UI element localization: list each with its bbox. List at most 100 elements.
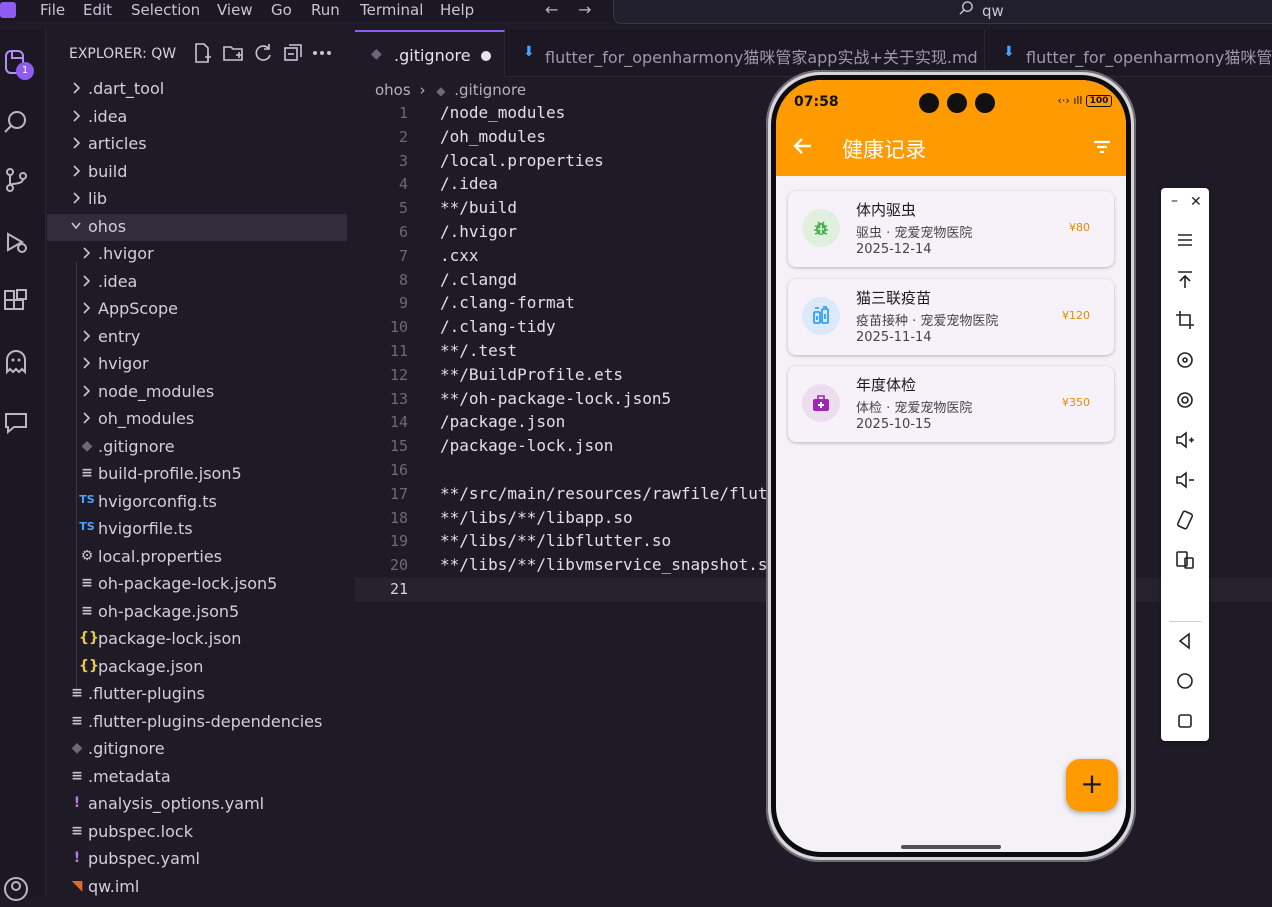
tree-item[interactable]: node_modules bbox=[47, 379, 347, 406]
collapse-all-icon[interactable] bbox=[282, 42, 304, 64]
line-text: /.clang-tidy bbox=[440, 317, 556, 337]
tree-item[interactable]: hvigor bbox=[47, 351, 347, 378]
record-date: 2025-11-14 bbox=[856, 329, 932, 345]
health-record-card[interactable]: 年度体检 体检 · 宠爱宠物医院 2025-10-15 ¥350 bbox=[788, 366, 1114, 442]
tree-item[interactable]: TS hvigorfile.ts bbox=[47, 516, 347, 543]
unsaved-dot-icon[interactable] bbox=[481, 51, 491, 61]
tree-item[interactable]: ≡ .flutter-plugins bbox=[47, 681, 347, 708]
add-record-button[interactable]: + bbox=[1066, 759, 1118, 811]
account-icon[interactable] bbox=[2, 875, 30, 903]
tree-item[interactable]: entry bbox=[47, 324, 347, 351]
menu-terminal[interactable]: Terminal bbox=[360, 1, 423, 19]
tree-item[interactable]: lib bbox=[47, 186, 347, 213]
breadcrumb-folder[interactable]: ohos bbox=[375, 81, 411, 99]
tree-item[interactable]: ! pubspec.yaml bbox=[47, 846, 347, 873]
menu-edit[interactable]: Edit bbox=[83, 1, 112, 19]
screenshot-crop-icon[interactable] bbox=[1173, 308, 1197, 332]
line-number: 16 bbox=[389, 461, 408, 479]
menu-icon[interactable] bbox=[1173, 228, 1197, 252]
rotate-left-icon[interactable] bbox=[1173, 348, 1197, 372]
yaml-file-icon: ! bbox=[73, 850, 81, 866]
minimize-icon[interactable]: – bbox=[1171, 193, 1178, 209]
refresh-icon[interactable] bbox=[252, 42, 274, 64]
typescript-file-icon: TS bbox=[79, 492, 95, 506]
tree-item[interactable]: ≡ .metadata bbox=[47, 764, 347, 791]
source-control-icon[interactable] bbox=[2, 166, 30, 194]
new-file-icon[interactable] bbox=[191, 42, 213, 64]
tree-item[interactable]: ohos bbox=[47, 213, 347, 241]
menu-selection[interactable]: Selection bbox=[131, 1, 200, 19]
tree-item-label: ohos bbox=[88, 216, 127, 236]
menu-go[interactable]: Go bbox=[271, 1, 292, 19]
tree-item[interactable]: {} package-lock.json bbox=[47, 626, 347, 653]
tree-item-label: .idea bbox=[88, 106, 128, 126]
rotate-right-icon[interactable] bbox=[1173, 388, 1197, 412]
tree-item[interactable]: ≡ build-profile.json5 bbox=[47, 461, 347, 488]
tree-item[interactable]: .dart_tool bbox=[47, 76, 347, 103]
menu-file[interactable]: File bbox=[40, 1, 65, 19]
forward-arrow-icon[interactable]: → bbox=[578, 0, 591, 19]
tab-gitignore[interactable]: ◆ .gitignore bbox=[355, 30, 505, 77]
tree-item[interactable]: {} package.json bbox=[47, 654, 347, 681]
tree-item[interactable]: .idea bbox=[47, 104, 347, 131]
tree-item[interactable]: ◆ .gitignore bbox=[47, 434, 347, 461]
menu-view[interactable]: View bbox=[217, 1, 253, 19]
tree-item[interactable]: ◆ .gitignore bbox=[47, 736, 347, 763]
status-time: 07:58 bbox=[794, 94, 839, 110]
nav-recent-icon[interactable] bbox=[1173, 709, 1197, 733]
search-icon[interactable] bbox=[2, 108, 30, 136]
text-file-icon: ≡ bbox=[71, 685, 83, 701]
chat-icon[interactable] bbox=[2, 408, 30, 436]
line-text: /.hvigor bbox=[440, 222, 518, 241]
tree-item-label: qw.iml bbox=[88, 876, 140, 896]
tree-item[interactable]: ≡ pubspec.lock bbox=[47, 819, 347, 846]
tree-item[interactable]: ≡ .flutter-plugins-dependencies bbox=[47, 709, 347, 736]
run-debug-icon[interactable] bbox=[2, 228, 30, 256]
tree-item[interactable]: ≡ oh-package-lock.json5 bbox=[47, 571, 347, 598]
extensions-icon[interactable] bbox=[2, 288, 30, 316]
tree-item[interactable]: ◥ qw.iml bbox=[47, 874, 347, 901]
text-file-icon: ≡ bbox=[71, 712, 83, 729]
volume-down-icon[interactable] bbox=[1173, 468, 1197, 492]
tree-item-label: pubspec.yaml bbox=[88, 849, 200, 868]
tree-item[interactable]: ! analysis_options.yaml bbox=[47, 791, 347, 818]
tree-item[interactable]: .idea bbox=[47, 269, 347, 296]
multi-screen-icon[interactable] bbox=[1173, 548, 1197, 572]
tree-item[interactable]: articles bbox=[47, 131, 347, 158]
rotate-device-icon[interactable] bbox=[1173, 508, 1197, 532]
breadcrumb-file[interactable]: .gitignore bbox=[454, 81, 526, 99]
tree-item[interactable]: build bbox=[47, 159, 347, 186]
ghost-icon[interactable] bbox=[2, 348, 30, 376]
tree-item-label: oh_modules bbox=[98, 409, 195, 428]
tree-item-label: lib bbox=[88, 189, 108, 208]
line-number: 20 bbox=[389, 556, 408, 575]
volume-up-icon[interactable] bbox=[1173, 428, 1197, 452]
line-text: **/src/main/resources/rawfile/flut bbox=[440, 483, 768, 503]
pin-top-icon[interactable] bbox=[1173, 268, 1197, 292]
menu-help[interactable]: Help bbox=[440, 1, 474, 19]
tree-item[interactable]: AppScope bbox=[47, 296, 347, 323]
nav-back-icon[interactable] bbox=[1173, 629, 1197, 653]
back-arrow-icon[interactable]: ← bbox=[545, 0, 558, 19]
more-actions-icon[interactable] bbox=[311, 42, 333, 64]
record-subtitle: 驱虫 · 宠爱宠物医院 bbox=[856, 226, 973, 241]
command-center-search[interactable]: qw bbox=[613, 0, 1272, 24]
new-folder-icon[interactable] bbox=[222, 42, 244, 64]
tree-item[interactable]: ⚙ local.properties bbox=[47, 544, 347, 571]
filter-icon[interactable] bbox=[1092, 137, 1112, 157]
tree-item[interactable]: ≡ oh-package.json5 bbox=[47, 599, 347, 626]
tree-item[interactable]: TS hvigorconfig.ts bbox=[47, 489, 347, 516]
back-icon[interactable] bbox=[792, 135, 814, 157]
close-icon[interactable]: ✕ bbox=[1190, 194, 1202, 210]
line-text: /package-lock.json bbox=[440, 436, 614, 456]
tree-item[interactable]: oh_modules bbox=[47, 406, 347, 433]
nav-home-icon[interactable] bbox=[1173, 669, 1197, 693]
chevron-right-icon bbox=[73, 192, 81, 204]
health-record-card[interactable]: 体内驱虫 驱虫 · 宠爱宠物医院 2025-12-14 ¥80 bbox=[788, 191, 1114, 267]
line-number: 14 bbox=[389, 413, 408, 432]
record-price: ¥120 bbox=[1062, 308, 1090, 322]
menu-run[interactable]: Run bbox=[311, 1, 340, 19]
tree-item[interactable]: .hvigor bbox=[47, 241, 347, 268]
line-number: 2 bbox=[398, 127, 408, 146]
health-record-card[interactable]: 猫三联疫苗 疫苗接种 · 宠爱宠物医院 2025-11-14 ¥120 bbox=[788, 278, 1114, 355]
